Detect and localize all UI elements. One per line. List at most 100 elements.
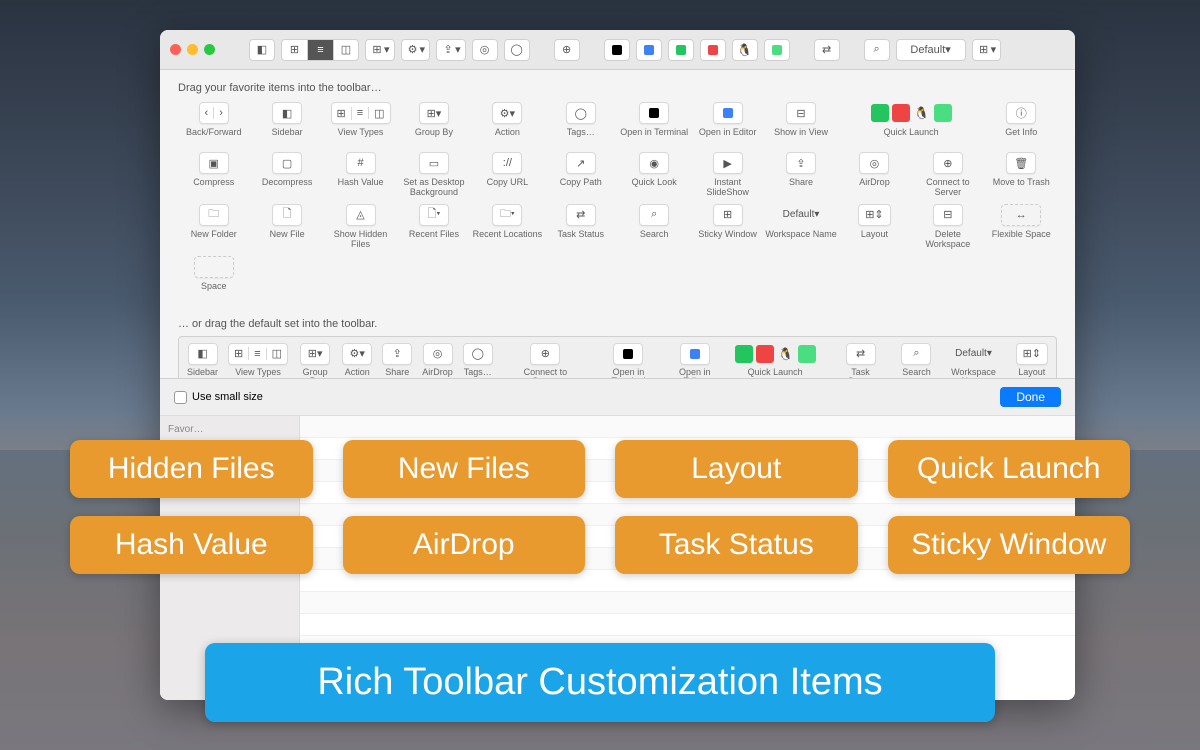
- item-view-types[interactable]: ⊞≡◫View Types: [325, 102, 396, 146]
- callout: Task Status: [615, 516, 858, 574]
- item-airdrop[interactable]: ◎AirDrop: [839, 152, 910, 198]
- item-open-terminal[interactable]: Open in Terminal: [618, 102, 689, 146]
- item-space[interactable]: Space: [178, 256, 249, 300]
- share-button[interactable]: ⇪▾: [436, 39, 466, 61]
- list-view-icon: ≡: [314, 43, 328, 57]
- annotation-callouts: Hidden Files New Files Layout Quick Laun…: [70, 440, 1130, 574]
- app-icon: [676, 45, 686, 55]
- vscode-icon: [644, 45, 654, 55]
- sheet-footer: Use small size Done: [160, 378, 1075, 415]
- quick-launch-4[interactable]: [764, 39, 790, 61]
- default-toolbar-set[interactable]: ◧Sidebar ⊞≡◫View Types ⊞▾Group By ⚙▾Acti…: [178, 336, 1057, 378]
- column-view-icon: ◫: [339, 43, 353, 57]
- instruction-top: Drag your favorite items into the toolba…: [178, 82, 1057, 94]
- callout: Hidden Files: [70, 440, 313, 498]
- palette-row-3: 🗀New Folder 🗋New File ◬Show Hidden Files…: [178, 204, 1057, 250]
- item-search[interactable]: ⌕Search: [618, 204, 689, 250]
- titlebar: ◧ ⊞ ≡ ◫ ⊞▾ ⚙▾ ⇪▾ ◎ ◯ ⊕ 🐧 ⇄ ⌕ Default ▾ ⊞…: [160, 30, 1075, 70]
- layout-button[interactable]: ⊞▾: [972, 39, 1002, 61]
- item-open-editor[interactable]: Open in Editor: [692, 102, 763, 146]
- item-tags[interactable]: ◯Tags…: [545, 102, 616, 146]
- done-button[interactable]: Done: [1000, 387, 1061, 407]
- callout: Layout: [615, 440, 858, 498]
- share-icon: ⇪: [441, 43, 455, 57]
- search-icon: ⌕: [870, 43, 884, 57]
- item-copy-url[interactable]: ://Copy URL: [472, 152, 543, 198]
- open-terminal-button[interactable]: [604, 39, 630, 61]
- item-decompress[interactable]: ▢Decompress: [251, 152, 322, 198]
- tags-button[interactable]: ◯: [504, 39, 530, 61]
- sidebar-toggle-button[interactable]: ◧: [249, 39, 275, 61]
- window-controls: [170, 44, 215, 55]
- palette-row-4: Space: [178, 256, 1057, 300]
- airdrop-icon: ◎: [478, 43, 492, 57]
- callout: New Files: [343, 440, 586, 498]
- finder-window: ◧ ⊞ ≡ ◫ ⊞▾ ⚙▾ ⇪▾ ◎ ◯ ⊕ 🐧 ⇄ ⌕ Default ▾ ⊞…: [160, 30, 1075, 700]
- airdrop-button[interactable]: ◎: [472, 39, 498, 61]
- search-button[interactable]: ⌕: [864, 39, 890, 61]
- use-small-size-label: Use small size: [192, 391, 263, 403]
- item-copy-path[interactable]: ↗Copy Path: [545, 152, 616, 198]
- item-sidebar[interactable]: ◧Sidebar: [251, 102, 322, 146]
- task-icon: ⇄: [820, 43, 834, 57]
- zoom-icon[interactable]: [204, 44, 215, 55]
- item-back-forward[interactable]: ‹›Back/Forward: [178, 102, 249, 146]
- minimize-icon[interactable]: [187, 44, 198, 55]
- icon-view-icon: ⊞: [288, 43, 302, 57]
- item-recent-files[interactable]: 🗋▾Recent Files: [398, 204, 469, 250]
- item-slideshow[interactable]: ▶Instant SlideShow: [692, 152, 763, 198]
- item-recent-locations[interactable]: 🗀▾Recent Locations: [472, 204, 543, 250]
- workspace-name-button[interactable]: Default ▾: [896, 39, 966, 61]
- item-hidden-files[interactable]: ◬Show Hidden Files: [325, 204, 396, 250]
- item-hash-value[interactable]: #Hash Value: [325, 152, 396, 198]
- item-quick-launch[interactable]: 🐧 Quick Launch: [839, 102, 984, 146]
- quick-launch-1[interactable]: [668, 39, 694, 61]
- view-types-segment[interactable]: ⊞ ≡ ◫: [281, 39, 359, 61]
- quick-launch-2[interactable]: [700, 39, 726, 61]
- item-get-info[interactable]: ⓘGet Info: [986, 102, 1057, 146]
- action-button[interactable]: ⚙▾: [401, 39, 431, 61]
- list-row: [300, 614, 1075, 636]
- item-new-folder[interactable]: 🗀New Folder: [178, 204, 249, 250]
- gear-icon: ⚙: [406, 43, 420, 57]
- item-flexible-space[interactable]: ↔Flexible Space: [986, 204, 1057, 250]
- item-quick-look[interactable]: ◉Quick Look: [618, 152, 689, 198]
- item-desktop-bg[interactable]: ▭Set as Desktop Background: [398, 152, 469, 198]
- callout: Quick Launch: [888, 440, 1131, 498]
- callout: Hash Value: [70, 516, 313, 574]
- callout: Sticky Window: [888, 516, 1131, 574]
- quick-launch-3[interactable]: 🐧: [732, 39, 758, 61]
- sidebar-heading: Favor…: [168, 424, 291, 435]
- open-editor-button[interactable]: [636, 39, 662, 61]
- list-row: [300, 592, 1075, 614]
- use-small-size-checkbox[interactable]: [174, 391, 187, 404]
- item-compress[interactable]: ▣Compress: [178, 152, 249, 198]
- globe-icon: ⊕: [560, 43, 574, 57]
- item-share[interactable]: ⇪Share: [765, 152, 836, 198]
- instruction-bottom: … or drag the default set into the toolb…: [178, 318, 1057, 330]
- item-show-in-view[interactable]: ⊟Show in View: [765, 102, 836, 146]
- item-move-trash[interactable]: 🗑Move to Trash: [986, 152, 1057, 198]
- item-connect-server[interactable]: ⊕Connect to Server: [912, 152, 983, 198]
- callout: AirDrop: [343, 516, 586, 574]
- customize-toolbar-sheet: Drag your favorite items into the toolba…: [160, 70, 1075, 378]
- app-icon: [708, 45, 718, 55]
- penguin-icon: 🐧: [737, 43, 752, 57]
- close-icon[interactable]: [170, 44, 181, 55]
- palette-row-1: ‹›Back/Forward ◧Sidebar ⊞≡◫View Types ⊞▾…: [178, 102, 1057, 146]
- item-new-file[interactable]: 🗋New File: [251, 204, 322, 250]
- item-layout[interactable]: ⊞⇕Layout: [839, 204, 910, 250]
- sidebar-icon: ◧: [255, 43, 269, 57]
- groupby-button[interactable]: ⊞▾: [365, 39, 395, 61]
- connect-server-button[interactable]: ⊕: [554, 39, 580, 61]
- item-workspace-name[interactable]: Default ▾Workspace Name: [765, 204, 836, 250]
- item-sticky-window[interactable]: ⊞Sticky Window: [692, 204, 763, 250]
- task-status-button[interactable]: ⇄: [814, 39, 840, 61]
- terminal-icon: [612, 45, 622, 55]
- item-task-status[interactable]: ⇄Task Status: [545, 204, 616, 250]
- palette-row-2: ▣Compress ▢Decompress #Hash Value ▭Set a…: [178, 152, 1057, 198]
- app-icon: [772, 45, 782, 55]
- item-group-by[interactable]: ⊞▾Group By: [398, 102, 469, 146]
- item-action[interactable]: ⚙▾Action: [472, 102, 543, 146]
- item-delete-workspace[interactable]: ⊟Delete Workspace: [912, 204, 983, 250]
